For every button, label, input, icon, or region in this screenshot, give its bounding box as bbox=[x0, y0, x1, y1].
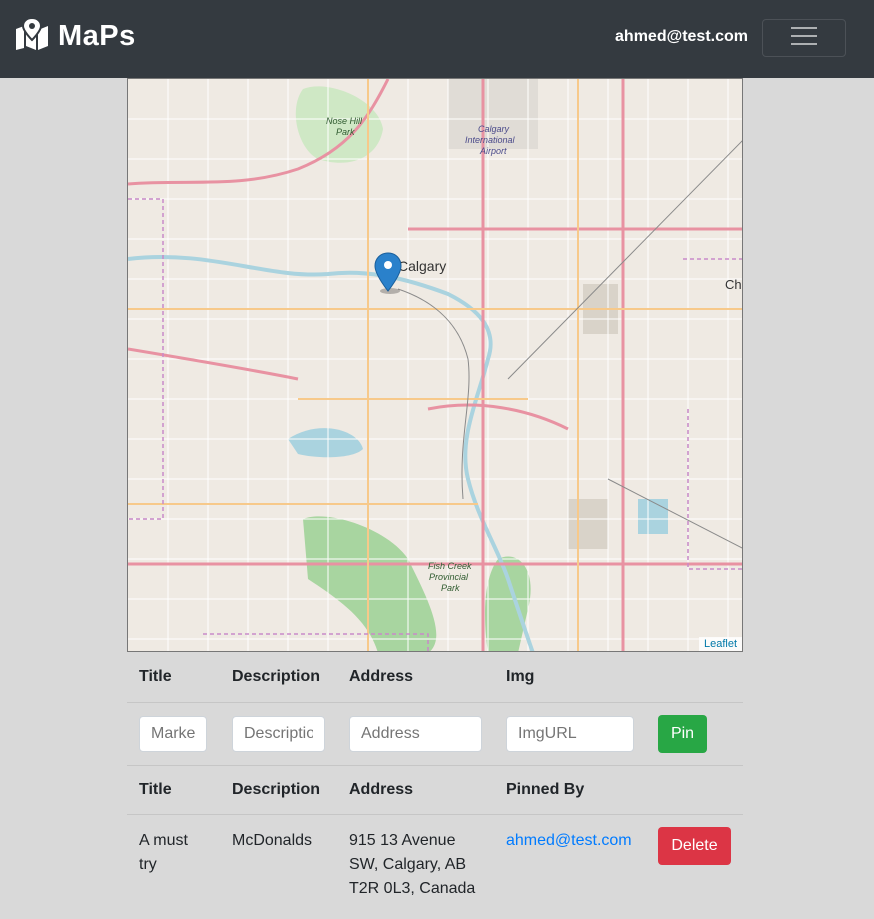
row-pinned-by-link[interactable]: ahmed@test.com bbox=[506, 832, 632, 849]
map-label-airport-2: International bbox=[465, 135, 516, 145]
list-header-empty bbox=[646, 766, 743, 815]
header-description: Description bbox=[232, 667, 321, 685]
map-label-nose-hill-park: Park bbox=[336, 127, 355, 137]
user-email[interactable]: ahmed@test.com bbox=[615, 28, 748, 46]
address-input[interactable] bbox=[349, 715, 482, 752]
pins-table: Title Description Address Pinned By A mu… bbox=[127, 765, 743, 901]
list-header-description: Description bbox=[232, 781, 321, 798]
form-input-row: Pin bbox=[127, 702, 743, 765]
header-img: Img bbox=[506, 667, 535, 685]
list-header-title: Title bbox=[139, 781, 172, 798]
description-input[interactable] bbox=[232, 715, 325, 752]
map[interactable]: Nose Hill Park Calgary International Air… bbox=[127, 78, 743, 652]
header-address: Address bbox=[349, 667, 414, 685]
map-label-calgary: Calgary bbox=[398, 258, 446, 274]
brand-link[interactable]: MaPs bbox=[14, 16, 136, 55]
table-row: A must try McDonalds 915 13 Avenue SW, C… bbox=[127, 814, 743, 902]
list-header-pinned-by: Pinned By bbox=[506, 781, 585, 798]
map-label-fish-creek: Fish Creek bbox=[428, 561, 472, 571]
list-header-row: Title Description Address Pinned By bbox=[127, 765, 743, 815]
pin-button[interactable]: Pin bbox=[658, 714, 707, 753]
map-label-airport-3: Airport bbox=[479, 146, 507, 156]
img-url-input[interactable] bbox=[506, 715, 634, 752]
navbar: MaPs ahmed@test.com bbox=[0, 0, 874, 78]
list-header-address: Address bbox=[349, 781, 414, 798]
row-address: 915 13 Avenue SW, Calgary, AB T2R 0L3, C… bbox=[349, 832, 476, 897]
brand-text: MaPs bbox=[58, 20, 136, 52]
header-empty bbox=[646, 652, 743, 702]
map-tiles: Nose Hill Park Calgary International Air… bbox=[128, 79, 742, 651]
map-marked-icon bbox=[14, 16, 50, 55]
title-input[interactable] bbox=[139, 715, 207, 752]
map-label-fish-creek-2: Provincial bbox=[429, 572, 469, 582]
map-label-airport-1: Calgary bbox=[478, 124, 510, 134]
navbar-toggler[interactable] bbox=[762, 19, 846, 57]
delete-button[interactable]: Delete bbox=[658, 827, 731, 865]
map-label-fish-creek-3: Park bbox=[441, 583, 460, 593]
map-label-nose-hill: Nose Hill bbox=[326, 116, 363, 126]
header-title: Title bbox=[139, 667, 172, 685]
row-description: McDonalds bbox=[232, 832, 313, 849]
form-header-row: Title Description Address Img bbox=[127, 652, 743, 702]
pin-form-table: Title Description Address Img Pin bbox=[127, 652, 743, 765]
map-label-partial: Ch bbox=[725, 277, 742, 292]
hamburger-icon bbox=[789, 24, 819, 53]
map-attribution-link[interactable]: Leaflet bbox=[698, 637, 742, 651]
row-title: A must try bbox=[139, 832, 188, 873]
